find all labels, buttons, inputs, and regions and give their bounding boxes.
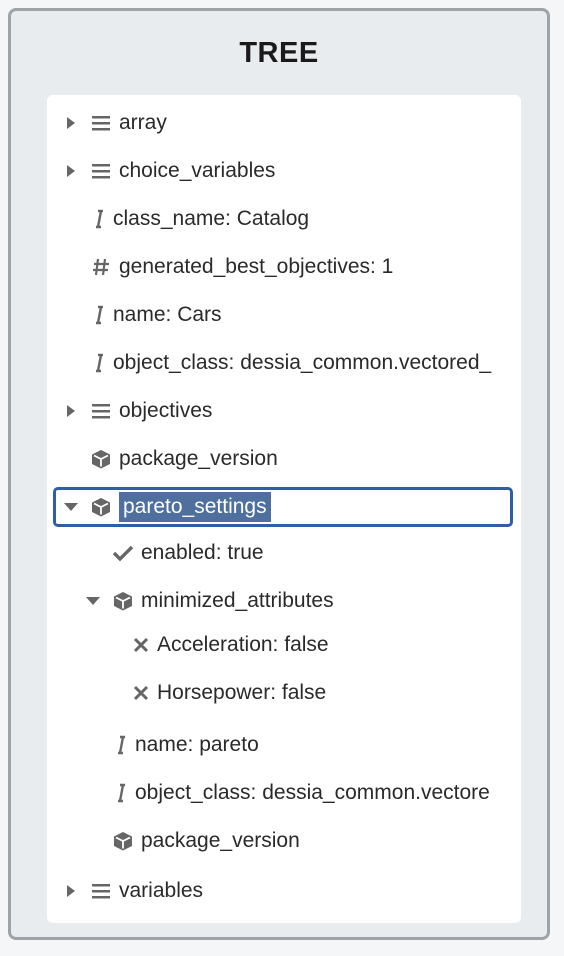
tree-node-label: minimized_attributes	[141, 589, 334, 612]
caret-down-icon[interactable]	[81, 589, 105, 613]
tree-node-label: Acceleration: false	[157, 633, 329, 656]
tree-node-label: generated_best_objectives: 1	[119, 255, 394, 278]
cube-icon	[111, 589, 135, 613]
tree-node-label: object_class: dessia_common.vectore	[135, 781, 490, 804]
x-icon	[131, 681, 151, 705]
tree-node-label: array	[119, 111, 167, 134]
tree-node-label: name: Cars	[113, 303, 222, 326]
tree-panel: TREE array choice_variables class_name: …	[8, 8, 550, 940]
tree-node-label: package_version	[141, 829, 300, 852]
tree-node-variables[interactable]: variables	[59, 871, 203, 911]
tree-node-label: name: pareto	[135, 733, 259, 756]
text-icon	[89, 351, 107, 375]
tree-view: array choice_variables class_name: Catal…	[47, 95, 521, 923]
tree-node-object-class[interactable]: object_class: dessia_common.vectored_	[89, 343, 491, 383]
list-icon	[89, 111, 113, 135]
tree-node-label: objectives	[119, 399, 213, 422]
tree-node-label: package_version	[119, 447, 278, 470]
tree-node-generated-best-objectives[interactable]: generated_best_objectives: 1	[89, 247, 393, 287]
text-icon	[111, 733, 129, 757]
tree-node-package-version-pareto[interactable]: package_version	[111, 821, 300, 861]
caret-right-icon[interactable]	[59, 159, 83, 183]
tree-node-label: variables	[119, 879, 204, 902]
tree-node-enabled[interactable]: enabled: true	[111, 533, 264, 573]
tree-node-label: class_name: Catalog	[113, 207, 310, 230]
cube-icon	[111, 829, 135, 853]
hash-icon	[89, 255, 113, 279]
tree-node-label-selected: pareto_settings	[119, 492, 271, 522]
tree-node-acceleration[interactable]: Acceleration: false	[131, 625, 329, 665]
tree-node-array[interactable]: array	[59, 103, 167, 143]
tree-node-label: choice_variables	[119, 159, 276, 182]
caret-down-icon[interactable]	[59, 495, 83, 519]
list-icon	[89, 879, 113, 903]
caret-right-icon[interactable]	[59, 111, 83, 135]
list-icon	[89, 399, 113, 423]
tree-node-label: object_class: dessia_common.vectored_	[113, 351, 492, 374]
tree-node-object-class-pareto[interactable]: object_class: dessia_common.vectore	[111, 773, 490, 813]
caret-right-icon[interactable]	[59, 399, 83, 423]
text-icon	[89, 207, 107, 231]
panel-title: TREE	[239, 37, 319, 69]
tree-node-objectives[interactable]: objectives	[59, 391, 212, 431]
tree-node-choice-variables[interactable]: choice_variables	[59, 151, 275, 191]
tree-node-label: enabled: true	[141, 541, 264, 564]
x-icon	[131, 633, 151, 657]
tree-node-label: Horsepower: false	[157, 681, 327, 704]
text-icon	[89, 303, 107, 327]
tree-node-horsepower[interactable]: Horsepower: false	[131, 673, 326, 713]
tree-node-minimized-attributes[interactable]: minimized_attributes	[81, 581, 334, 621]
tree-node-pareto-settings[interactable]: pareto_settings	[59, 487, 271, 527]
cube-icon	[89, 447, 113, 471]
tree-node-name[interactable]: name: Cars	[89, 295, 222, 335]
cube-icon	[89, 495, 113, 519]
text-icon	[111, 781, 129, 805]
tree-node-package-version[interactable]: package_version	[89, 439, 278, 479]
list-icon	[89, 159, 113, 183]
tree-node-class-name[interactable]: class_name: Catalog	[89, 199, 309, 239]
tree-node-name-pareto[interactable]: name: pareto	[111, 725, 259, 765]
caret-right-icon[interactable]	[59, 879, 83, 903]
check-icon	[111, 541, 135, 565]
